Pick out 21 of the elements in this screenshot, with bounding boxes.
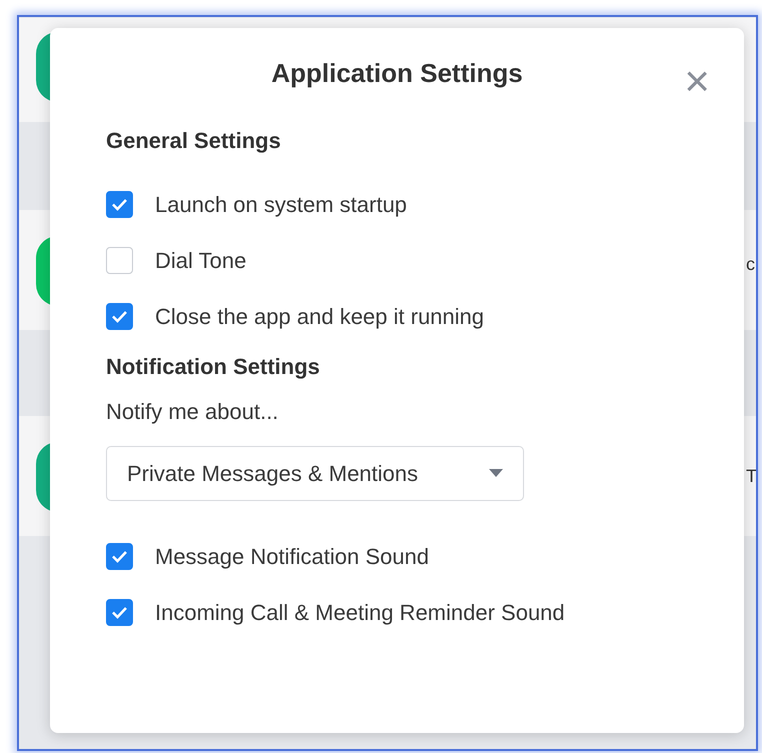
checkbox-label: Incoming Call & Meeting Reminder Sound <box>155 599 565 628</box>
checkbox[interactable] <box>106 302 133 330</box>
checkbox-label: Launch on system startup <box>155 190 407 219</box>
row-text: c <box>746 254 755 276</box>
notify-label: Notify me about... <box>106 398 280 426</box>
checkbox-label: Dial Tone <box>155 246 246 275</box>
check-icon <box>111 550 128 564</box>
dialog-title: Application Settings <box>270 57 524 90</box>
section-heading: General Settings <box>106 128 282 154</box>
check-icon <box>111 310 128 323</box>
notification-dropdown[interactable]: Private Messages & Mentions <box>106 446 524 501</box>
check-icon <box>111 606 128 620</box>
checkbox[interactable] <box>106 543 133 570</box>
checkbox-label: Message Notification Sound <box>155 543 429 572</box>
checkbox-label: Close the app and keep it running <box>155 302 484 331</box>
checkbox[interactable] <box>106 190 133 218</box>
checkbox[interactable] <box>106 246 133 274</box>
section-heading: Notification Settings <box>106 354 321 381</box>
caret-icon <box>489 469 503 478</box>
check-icon <box>111 198 128 211</box>
checkbox[interactable] <box>106 599 133 626</box>
